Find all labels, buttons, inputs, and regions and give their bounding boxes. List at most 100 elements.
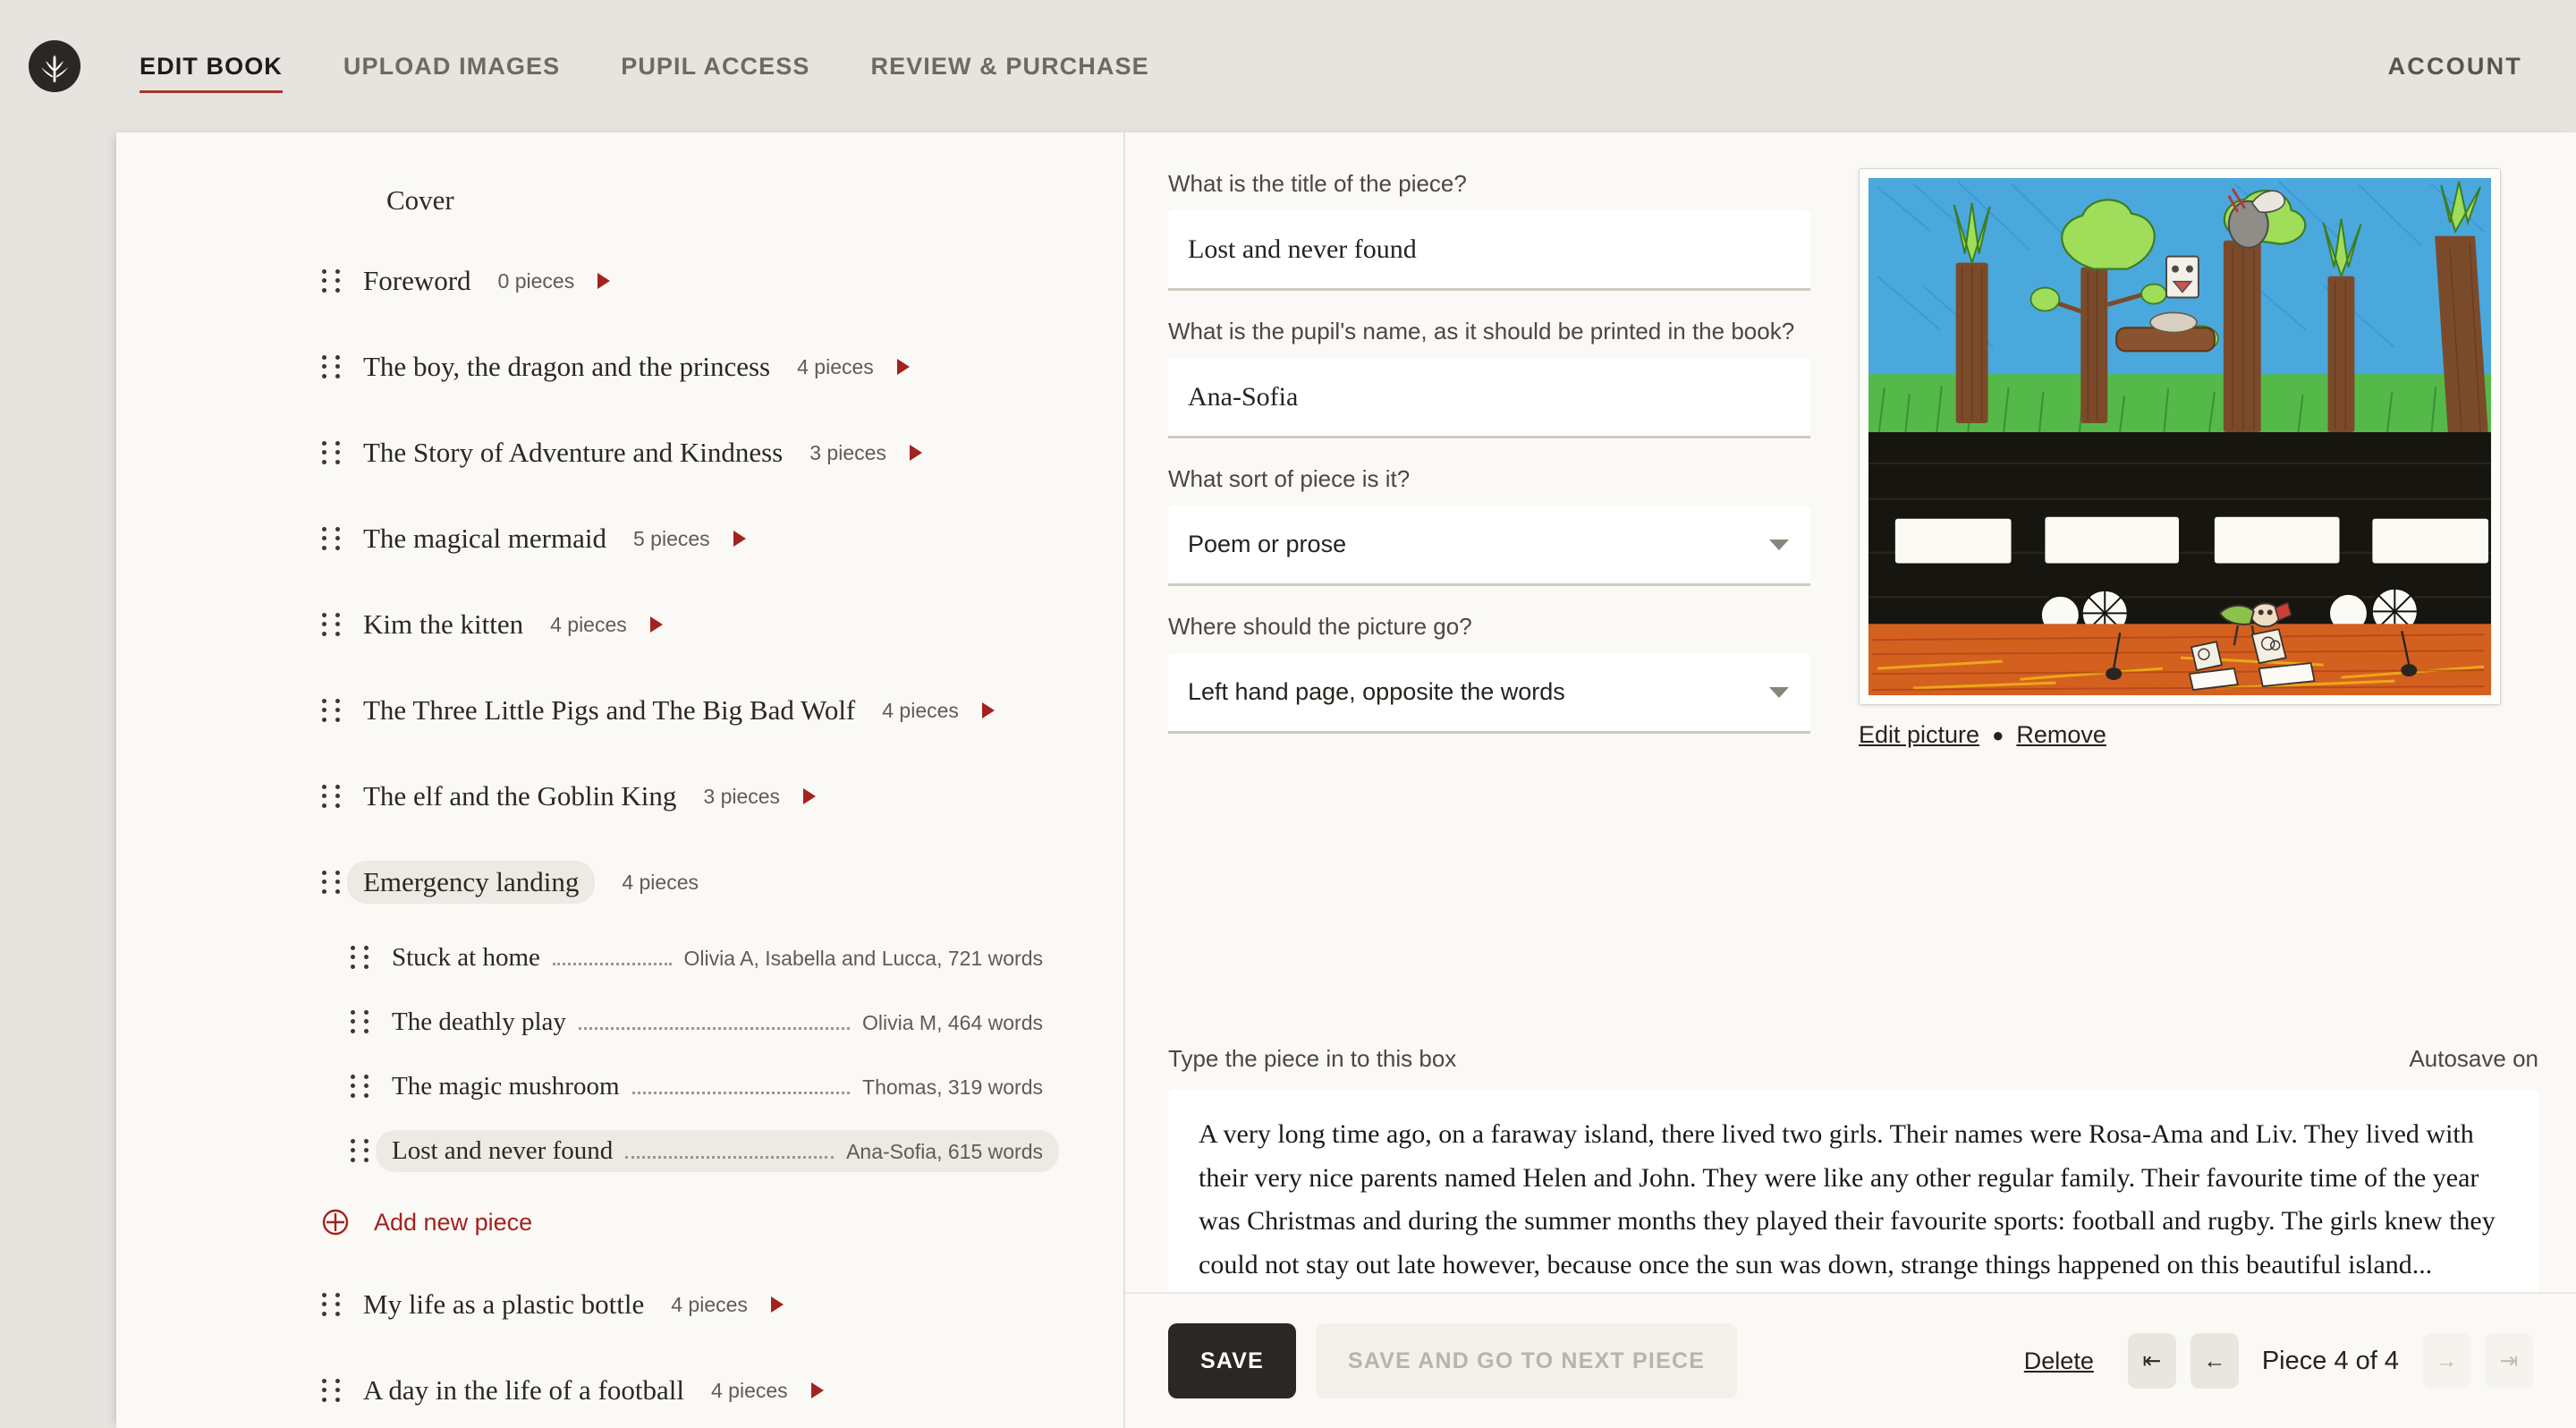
drag-handle-icon[interactable] — [322, 785, 342, 808]
chapter-piece-count: 4 pieces — [550, 612, 627, 636]
chapter-piece-count: 4 pieces — [622, 870, 699, 894]
chapter-title: My life as a plastic bottle — [363, 1288, 645, 1320]
piece-author-wordcount: Olivia A, Isabella and Lucca, 721 words — [683, 946, 1043, 970]
pupil-name-field-value: Ana-Sofia — [1188, 381, 1299, 412]
drag-handle-icon[interactable] — [351, 1139, 370, 1162]
drag-handle-icon[interactable] — [322, 613, 342, 636]
leader-dots — [552, 962, 672, 965]
account-link[interactable]: ACCOUNT — [2388, 53, 2522, 81]
drag-handle-icon[interactable] — [351, 946, 370, 969]
piece-position-label: Piece 4 of 4 — [2261, 1346, 2399, 1375]
drag-handle-icon[interactable] — [322, 871, 342, 894]
chapter-row[interactable]: The Three Little Pigs and The Big Bad Wo… — [116, 667, 1123, 753]
chapter-title: Emergency landing — [347, 861, 596, 904]
chapter-title: The magical mermaid — [363, 523, 606, 554]
picture-position-label: Where should the picture go? — [1168, 613, 1472, 641]
chapter-row[interactable]: The elf and the Goblin King 3 pieces — [116, 753, 1123, 839]
plus-circle-icon — [322, 1209, 349, 1236]
separator-dot-icon: ● — [1992, 723, 2004, 746]
title-field[interactable]: Lost and never found — [1168, 210, 1810, 292]
nav-item-pupil-access[interactable]: PUPIL ACCESS — [590, 53, 840, 81]
chapter-row[interactable]: The Story of Adventure and Kindness 3 pie… — [116, 410, 1123, 496]
add-new-piece-button[interactable]: Add new piece — [116, 1183, 1123, 1262]
piece-type-select[interactable]: Poem or prose — [1168, 506, 1810, 587]
chapter-row[interactable]: Foreword 0 pieces — [116, 238, 1123, 324]
drag-handle-icon[interactable] — [322, 1379, 342, 1402]
chapter-row[interactable]: Emergency landing 4 pieces — [116, 839, 1123, 925]
piece-row[interactable]: The magic mushroom Thomas, 319 words — [116, 1054, 1123, 1118]
chevron-right-icon[interactable] — [733, 531, 746, 547]
piece-row[interactable]: Lost and never found Ana-Sofia, 615 words — [116, 1118, 1123, 1183]
nav-item-edit-book[interactable]: EDIT BOOK — [109, 53, 313, 93]
chapter-piece-count: 3 pieces — [809, 440, 886, 464]
piece-form: What is the title of the piece? Lost and… — [1168, 168, 1810, 759]
nav-item-upload-images[interactable]: UPLOAD IMAGES — [313, 53, 590, 81]
chevron-right-icon[interactable] — [909, 445, 922, 461]
first-piece-button[interactable]: ⇤ — [2127, 1333, 2176, 1389]
pagination-controls: Delete ⇤ ← Piece 4 of 4 → ⇥ — [2024, 1333, 2533, 1389]
pupil-name-field-label: What is the pupil's name, as it should b… — [1168, 318, 1795, 345]
edit-picture-link[interactable]: Edit picture — [1859, 721, 1979, 749]
drag-handle-icon[interactable] — [322, 527, 342, 550]
chapter-row[interactable]: The magical mermaid 5 pieces — [116, 496, 1123, 582]
chapter-piece-count: 4 pieces — [797, 354, 874, 378]
drag-handle-icon[interactable] — [351, 1075, 370, 1098]
chapter-piece-count: 4 pieces — [671, 1292, 748, 1316]
piece-author-wordcount: Ana-Sofia, 615 words — [846, 1139, 1043, 1163]
piece-row-content: The deathly play Olivia M, 464 words — [392, 1007, 1043, 1037]
drag-handle-icon[interactable] — [322, 269, 342, 293]
chevron-right-icon[interactable] — [810, 1382, 824, 1398]
chapter-title: Kim the kitten — [363, 608, 524, 640]
editor-label: Type the piece in to this box — [1168, 1045, 1457, 1072]
delete-link[interactable]: Delete — [2024, 1347, 2094, 1375]
chevron-right-icon[interactable] — [803, 788, 817, 804]
chapter-piece-count: 4 pieces — [882, 698, 959, 722]
piece-editor-panel: What is the title of the piece? Lost and… — [1125, 132, 2576, 1428]
chapter-row[interactable]: A day in the life of a football 4 pieces — [116, 1347, 1123, 1428]
main-panels: Cover Foreword 0 pieces The boy, the drago… — [116, 132, 2576, 1428]
piece-row-content: Lost and never found Ana-Sofia, 615 words — [376, 1129, 1059, 1172]
picture-actions: Edit picture ● Remove — [1859, 721, 2503, 749]
leader-dots — [625, 1155, 835, 1159]
nav-links: EDIT BOOK UPLOAD IMAGES PUPIL ACCESS REV… — [109, 53, 1180, 93]
chapter-title: The elf and the Goblin King — [363, 780, 677, 812]
chevron-down-icon — [1769, 686, 1789, 698]
chapter-title: The Story of Adventure and Kindness — [363, 437, 784, 468]
pupil-name-field[interactable]: Ana-Sofia — [1168, 358, 1810, 439]
wheat-sheaf-logo-icon[interactable] — [29, 40, 80, 92]
chapter-tree: Foreword 0 pieces The boy, the dragon and … — [116, 238, 1123, 1428]
nav-item-review-purchase[interactable]: REVIEW & PURCHASE — [840, 53, 1179, 81]
drag-handle-icon[interactable] — [322, 441, 342, 464]
chapter-title: A day in the life of a football — [363, 1374, 684, 1406]
title-field-value: Lost and never found — [1188, 234, 1417, 264]
chevron-right-icon[interactable] — [597, 273, 611, 289]
piece-row[interactable]: The deathly play Olivia M, 464 words — [116, 990, 1123, 1054]
title-field-label: What is the title of the piece? — [1168, 170, 1467, 197]
piece-picture[interactable] — [1859, 168, 2501, 705]
leader-dots — [578, 1026, 851, 1030]
chevron-right-icon[interactable] — [649, 616, 663, 633]
picture-position-select[interactable]: Left hand page, opposite the words — [1168, 653, 1810, 735]
chapter-list-panel: Cover Foreword 0 pieces The boy, the drago… — [116, 132, 1125, 1428]
chevron-right-icon[interactable] — [770, 1296, 784, 1313]
piece-row[interactable]: Stuck at home Olivia A, Isabella and Lucc… — [116, 925, 1123, 990]
cover-label: Cover — [386, 184, 454, 216]
drag-handle-icon[interactable] — [322, 355, 342, 378]
chapter-row[interactable]: The boy, the dragon and the princess 4 pi… — [116, 324, 1123, 410]
previous-piece-button[interactable]: ← — [2190, 1333, 2239, 1389]
piece-row-content: Stuck at home Olivia A, Isabella and Lucc… — [392, 943, 1043, 973]
piece-title: The deathly play — [392, 1007, 566, 1036]
drag-handle-icon[interactable] — [351, 1010, 370, 1033]
piece-author-wordcount: Thomas, 319 words — [862, 1075, 1043, 1099]
drag-handle-icon[interactable] — [322, 699, 342, 722]
save-and-next-button: SAVE AND GO TO NEXT PIECE — [1316, 1323, 1738, 1398]
save-button[interactable]: SAVE — [1168, 1323, 1297, 1398]
chapter-piece-count: 5 pieces — [633, 526, 710, 550]
chevron-right-icon[interactable] — [981, 702, 995, 718]
remove-picture-link[interactable]: Remove — [2016, 721, 2106, 749]
chapter-row[interactable]: Kim the kitten 4 pieces — [116, 582, 1123, 667]
chapter-title: The boy, the dragon and the princess — [363, 351, 771, 382]
drag-handle-icon[interactable] — [322, 1293, 342, 1316]
chapter-row[interactable]: My life as a plastic bottle 4 pieces — [116, 1262, 1123, 1347]
chevron-right-icon[interactable] — [896, 359, 910, 375]
